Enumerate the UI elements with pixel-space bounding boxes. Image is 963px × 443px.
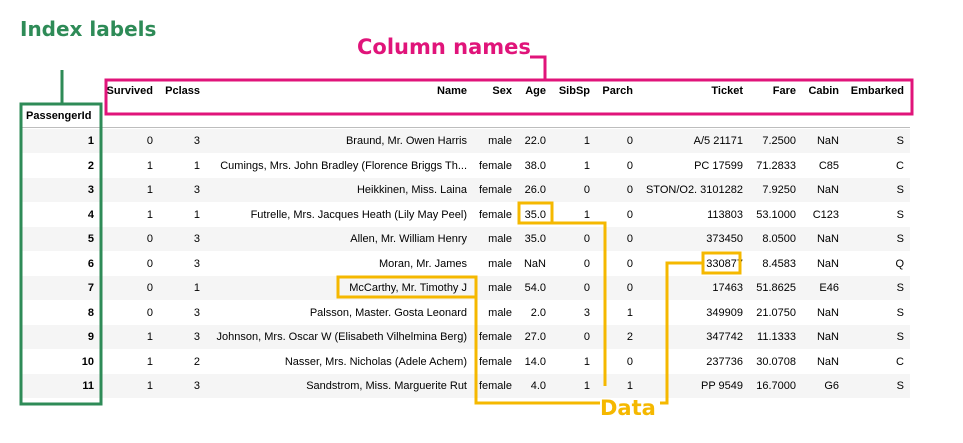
index-header: PassengerId [26,110,92,122]
table-cell: 0 [626,282,633,294]
column-header: Embarked [850,85,904,97]
table-cell: Palsson, Master. Gosta Leonard [309,306,467,319]
header-divider [20,127,910,128]
table-cell: 1 [193,208,200,221]
table-cell: G6 [824,380,839,392]
table-cell: 3 [193,233,200,245]
index-labels-annotation: Index labels [20,17,157,41]
table-cell: Heikkinen, Miss. Laina [356,184,467,196]
table-cell: NaN [816,355,839,368]
table-cell: 0 [626,159,633,172]
table-cell: C123 [812,208,839,221]
table-cell: S [896,282,904,294]
column-names-connector [530,55,547,80]
table-cell: E46 [819,282,839,294]
table-cell: 1 [626,380,633,392]
table-cell: 3 [193,380,200,392]
table-cell: 2 [626,331,633,343]
table-cell: McCarthy, Mr. Timothy J [349,282,467,294]
table-cell: S [896,233,904,245]
table-cell: NaN [816,233,839,245]
table-cell: C [896,159,904,172]
data-annotation: Data [600,396,656,420]
table-cell: 2 [193,355,200,368]
table-cell: Futrelle, Mrs. Jacques Heath (Lily May P… [250,208,467,221]
table-cell: 3 [193,184,200,196]
table-cell: 0 [626,233,633,245]
table-cell: 0 [626,355,633,368]
table-cell: C85 [818,159,839,172]
table-cell: S [896,135,904,147]
table-cell: S [896,331,904,343]
table-cell: 3 [193,306,200,319]
column-header: Pclass [165,85,200,97]
table-cell: 3 [193,135,200,147]
table-cell: 3 [193,257,200,270]
table-cell: Cumings, Mrs. John Bradley (Florence Bri… [220,159,467,172]
table-cell: 3 [193,331,200,343]
table-cell: NaN [816,257,839,270]
table-cell: C [896,355,904,368]
column-names-annotation: Column names [357,35,531,59]
table-cell: Johnson, Mrs. Oscar W (Elisabeth Vilhelm… [216,331,467,343]
table-cell: S [896,208,904,221]
table-cell: S [896,380,904,392]
table-cell: S [896,306,904,319]
table-cell: 0 [626,208,633,221]
table-cell: NaN [816,135,839,147]
table-cell: 0 [626,184,633,196]
column-header: Parch [602,85,633,97]
table-cell: Sandstrom, Miss. Marguerite Rut [306,380,467,392]
table-cell: 1 [626,306,633,319]
table-cell: NaN [816,184,839,196]
table-cell: NaN [816,306,839,319]
table-cell: 1 [193,159,200,172]
table-cell: 0 [626,257,633,270]
table-cell: S [896,184,904,196]
table-cell: Moran, Mr. James [378,257,467,270]
table-cell: Q [895,257,904,270]
table-cell: 1 [193,282,200,294]
table-cell: Nasser, Mrs. Nicholas (Adele Achem) [284,355,467,368]
table-cell: Braund, Mr. Owen Harris [345,135,467,147]
table-cell: Allen, Mr. William Henry [350,233,467,245]
table-cell: 0 [626,135,633,147]
table-cell: NaN [816,331,839,343]
